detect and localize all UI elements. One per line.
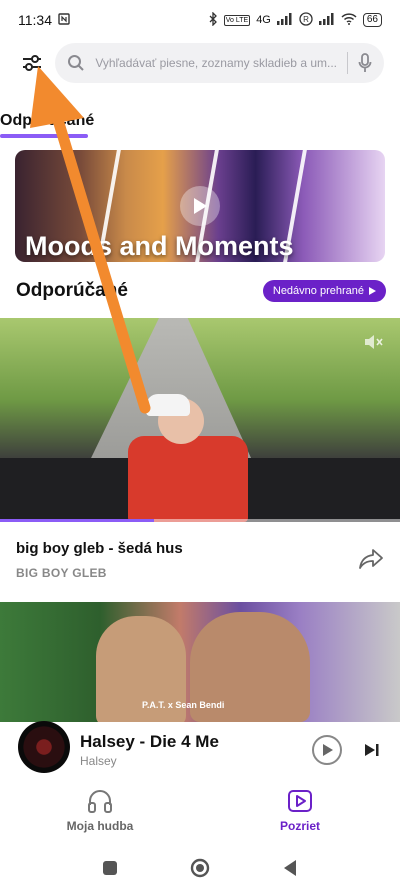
- nav-watch-label: Pozriet: [279, 819, 320, 833]
- mute-icon[interactable]: [364, 334, 384, 355]
- nav-watch[interactable]: Pozriet: [200, 780, 400, 842]
- nav-my-music-label: Moja hudba: [66, 819, 134, 833]
- play-icon: [194, 198, 207, 214]
- home-icon[interactable]: [190, 858, 210, 878]
- headphones-icon: [88, 790, 112, 813]
- video-play-icon: [288, 790, 312, 812]
- signal-bars-icon: [276, 12, 293, 28]
- recently-played-label: Nedávno prehrané: [272, 285, 364, 297]
- video-progress-bar[interactable]: [0, 519, 400, 522]
- signal-4g-label: 4G: [256, 14, 271, 26]
- filter-settings-button[interactable]: [20, 49, 43, 77]
- mini-player[interactable]: Halsey - Die 4 Me Halsey: [0, 721, 400, 778]
- system-navigation: [0, 846, 400, 889]
- back-icon[interactable]: [282, 859, 298, 877]
- tab-active-indicator: [0, 134, 88, 138]
- video-thumbnail-2[interactable]: P.A.T. x Sean Bendi: [0, 602, 400, 722]
- video-progress-fill: [0, 519, 154, 522]
- share-icon[interactable]: [358, 546, 384, 572]
- sliders-icon: [22, 55, 41, 71]
- video-artist[interactable]: BIG BOY GLEB: [16, 566, 107, 580]
- next-track-button[interactable]: [362, 740, 382, 760]
- moods-banner[interactable]: Moods and Moments: [15, 150, 385, 262]
- nfc-icon: [58, 12, 70, 28]
- signal-bars-2-icon: [318, 12, 335, 28]
- video2-caption: P.A.T. x Sean Bendi: [142, 700, 225, 710]
- recommended-section-header: Odporúčané Nedávno prehrané: [16, 280, 386, 302]
- volte-badge: Vo LTE: [223, 14, 251, 26]
- section-title: Odporúčané: [16, 280, 128, 301]
- bluetooth-icon: [208, 10, 218, 29]
- banner-play-button[interactable]: [180, 186, 220, 226]
- battery-indicator: 66: [362, 13, 382, 27]
- play-button[interactable]: [312, 735, 342, 765]
- search-icon: [68, 55, 85, 71]
- album-art-disc: [18, 721, 70, 773]
- registered-icon: R: [299, 11, 313, 29]
- microphone-icon[interactable]: [358, 53, 372, 73]
- tab-recommended[interactable]: Odporúčané: [0, 108, 94, 134]
- banner-title: Moods and Moments: [25, 231, 294, 261]
- search-input[interactable]: Vyhľadávať piesne, zoznamy skladieb a um…: [95, 56, 337, 70]
- search-divider: [347, 52, 348, 74]
- now-playing-title: Halsey - Die 4 Me: [80, 732, 219, 751]
- skip-next-icon: [365, 744, 379, 756]
- wifi-icon: [341, 12, 357, 28]
- search-bar[interactable]: Vyhľadávať piesne, zoznamy skladieb a um…: [55, 43, 384, 83]
- nav-my-music[interactable]: Moja hudba: [0, 780, 200, 842]
- svg-text:R: R: [303, 15, 309, 24]
- play-icon: [323, 744, 333, 756]
- bottom-navigation: Moja hudba Pozriet: [0, 780, 400, 842]
- header: Vyhľadávať piesne, zoznamy skladieb a um…: [0, 42, 400, 84]
- status-bar: 11:34 Vo LTE 4G R 66: [0, 0, 400, 40]
- play-small-icon: [369, 287, 376, 295]
- status-time: 11:34: [18, 12, 52, 28]
- recently-played-button[interactable]: Nedávno prehrané: [262, 280, 386, 302]
- video-player[interactable]: [0, 318, 400, 522]
- tab-strip: Odporúčané: [0, 108, 94, 138]
- now-playing-artist: Halsey: [80, 754, 117, 768]
- recent-apps-icon[interactable]: [102, 860, 118, 876]
- video-scene-person: [118, 394, 258, 522]
- video-title[interactable]: big boy gleb - šedá hus: [16, 540, 183, 557]
